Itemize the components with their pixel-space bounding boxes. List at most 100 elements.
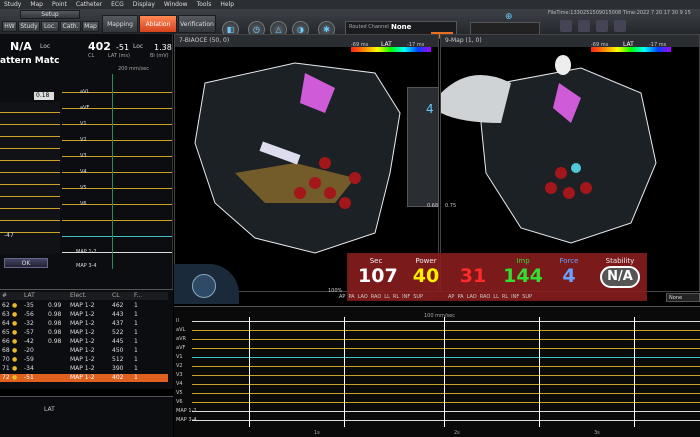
ecg-lead-label: V6 [176,399,183,405]
stability-label: Stability [605,257,635,265]
view-icon-3[interactable] [596,20,608,32]
bottom-lat-label: LAT [44,406,55,413]
bi-value: 1.38 [154,43,172,52]
view2-ap[interactable]: AP [448,294,454,301]
ecg-trace [192,357,700,358]
row-f: 1 [134,302,138,309]
row-electrode: MAP 1-2 [70,302,95,309]
table-header: # LAT Elect. CL F... [0,292,168,300]
view-inf[interactable]: INF [402,294,410,301]
menu-tools[interactable]: Tools [197,1,212,8]
map2-dropdown[interactable]: None [666,293,700,302]
view2-pa[interactable]: PA [457,294,463,301]
trace-label-v6: V6 [80,201,87,207]
table-row[interactable]: 72 ● -51 MAP 1-2 402 1 [0,374,168,382]
row-dot: ● [12,356,18,363]
view-icon-4[interactable] [614,20,626,32]
row-f: 1 [134,338,138,345]
ecg-panel[interactable]: 100 mm/sec II aVL aVR aVF V1 V2 V3 V4 V5 V6 MAP 1-… [174,306,700,437]
table-row[interactable]: 66 ● -42 0.98 MAP 1-2 445 1 [0,338,168,346]
zoom-icon[interactable]: ⊕ [505,12,513,22]
row-dot: ● [12,329,18,336]
menu-map[interactable]: Map [30,1,43,8]
view-ll[interactable]: LL [384,294,390,301]
view-sup[interactable]: SUP [413,294,423,301]
menu-window[interactable]: Window [164,1,188,8]
ok-button[interactable]: OK [4,258,48,268]
qrs-spike [249,317,250,427]
tab-loc[interactable]: Loc. [41,21,59,32]
table-row[interactable]: 65 ● -57 0.98 MAP 1-2 522 1 [0,329,168,337]
ecg-trace [192,420,700,421]
row-number: 64 [2,320,10,327]
tab-study[interactable]: Study [18,21,40,32]
ecg-lead-label: aVR [176,336,186,342]
view2-rl[interactable]: RL [502,294,508,301]
row-value [48,374,70,382]
view-ap[interactable]: AP [339,294,345,301]
col-header-elect[interactable]: Elect. [70,292,112,300]
view2-inf[interactable]: INF [511,294,519,301]
menu-study[interactable]: Study [4,1,21,8]
view2-sup[interactable]: SUP [522,294,532,301]
menu-point[interactable]: Point [52,1,67,8]
force-value: 4 [562,265,576,287]
row-value: 0.98 [48,311,62,318]
tab-map[interactable]: Map [82,21,99,32]
stability-col: Stability N/A [596,257,644,288]
row-lat: -20 [24,347,34,354]
row-cl: 512 [112,356,124,363]
col-header-dot[interactable] [12,292,24,300]
sec-col: Sec 107 [358,257,398,287]
row-dot: ● [12,347,18,354]
table-row[interactable]: 64 ● -32 0.98 MAP 1-2 437 1 [0,320,168,328]
ecg-trace [192,384,700,385]
table-row[interactable]: 62 ● -35 0.99 MAP 1-2 462 1 [0,302,168,310]
col-header-value[interactable] [48,292,70,300]
view-icon-1[interactable] [560,20,572,32]
menu-display[interactable]: Display [133,1,155,8]
view-rl[interactable]: RL [393,294,399,301]
tab-cath[interactable]: Cath. [60,21,81,32]
col-header-num[interactable]: # [0,292,12,300]
row-dot: ● [12,320,18,327]
qrs-spike [344,317,345,427]
view2-lao[interactable]: LAO [467,294,477,301]
ecg-trace [192,339,700,340]
tab-hw[interactable]: HW [2,21,17,32]
temp-value: 31 [459,265,487,287]
view2-rao[interactable]: RAO [480,294,491,301]
col-header-f[interactable]: F... [134,292,150,300]
ecg-lead-label: aVF [176,345,186,351]
table-row[interactable]: 70 ● -59 MAP 1-2 512 1 [0,356,168,364]
menu-ecg[interactable]: ECG [111,1,124,8]
ecg-trace [192,330,700,331]
time-mark-1: 1s [314,430,320,436]
view-rao[interactable]: RAO [371,294,382,301]
table-row[interactable]: 68 ● -20 MAP 1-2 450 1 [0,347,168,355]
map1-side-tools[interactable]: 4 [407,87,439,207]
threshold-field[interactable]: 0.18 [34,92,54,100]
col-header-lat[interactable]: LAT [24,292,48,300]
view-lao[interactable]: LAO [358,294,368,301]
trace-label-map34: MAP 3-4 [76,263,97,269]
row-lat: -42 [24,338,34,345]
row-value: 0.98 [48,329,62,336]
mapping-mode-button[interactable]: Mapping [102,15,138,33]
view-icon-2[interactable] [578,20,590,32]
view-pa[interactable]: PA [348,294,354,301]
col-header-cl[interactable]: CL [112,292,134,300]
trace-label-v1: V1 [80,121,87,127]
row-dot: ● [12,311,18,318]
menu-help[interactable]: Help [220,1,234,8]
ecg-trace [192,348,700,349]
table-row[interactable]: 63 ● -56 0.98 MAP 1-2 443 1 [0,311,168,319]
compass-icon[interactable] [192,274,216,298]
verification-mode-button[interactable]: Verification [178,15,216,33]
file-info: FileTime:1330251509015008 Time:2022 7 20… [548,10,691,16]
table-row[interactable]: 71 ● -34 MAP 1-2 390 1 [0,365,168,373]
map1-side-value: 4 [426,102,434,116]
menu-catheter[interactable]: Catheter [76,1,102,8]
view2-ll[interactable]: LL [493,294,499,301]
ablation-mode-button[interactable]: Ablation [139,15,177,33]
